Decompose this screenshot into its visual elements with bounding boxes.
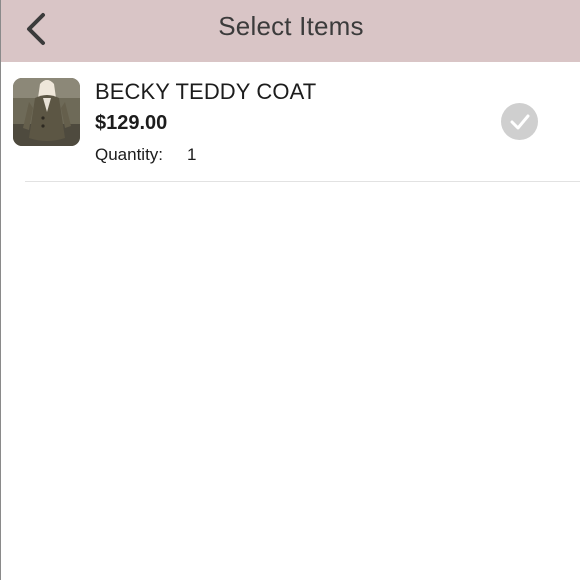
select-item-checkbox[interactable]	[501, 103, 538, 140]
quantity-label: Quantity:	[95, 145, 164, 164]
header-bar: Select Items	[1, 0, 580, 62]
checkmark-icon	[510, 114, 529, 129]
select-items-screen: Select Items BECKY TEDDY COAT $129.00 Qu…	[0, 0, 580, 580]
coat-photo	[13, 78, 80, 146]
quantity-value: 1	[187, 145, 197, 164]
page-title: Select Items	[218, 11, 364, 41]
item-price: $129.00	[95, 112, 168, 134]
row-divider	[25, 181, 580, 182]
product-thumbnail	[13, 78, 80, 146]
item-name: BECKY TEDDY COAT	[95, 79, 317, 104]
list-item[interactable]: BECKY TEDDY COAT $129.00 Quantity: 1	[1, 62, 580, 182]
